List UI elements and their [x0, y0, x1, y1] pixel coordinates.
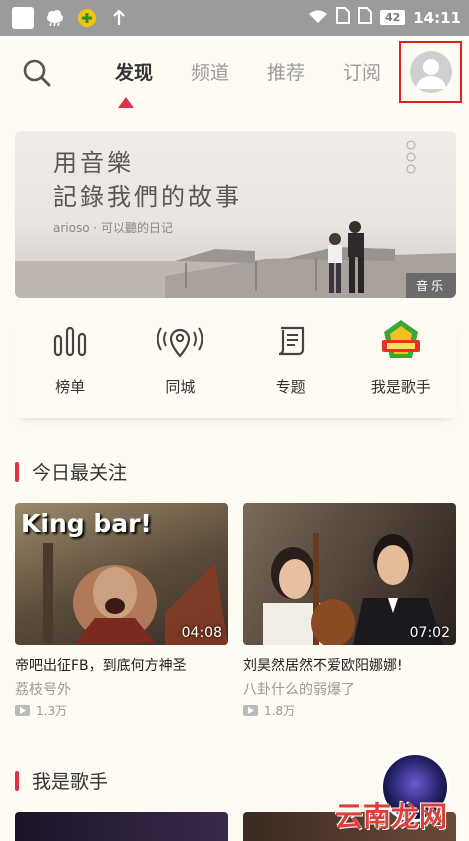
entry-charts-label: 榜单: [55, 378, 86, 396]
tab-bar: 发现 频道 推荐 订阅: [96, 60, 400, 86]
section-today-label: 今日最关注: [32, 462, 128, 484]
notification-app-icon: [12, 7, 34, 29]
app-notification-icon: [76, 7, 98, 29]
quick-entries: 榜单 同城 专题 我是歌手: [15, 318, 456, 418]
top-nav: 发现 频道 推荐 订阅: [0, 36, 469, 116]
profile-button[interactable]: [399, 41, 462, 103]
video-title: 帝吧出征FB，到底何方神圣: [15, 658, 187, 674]
video-title: 刘昊然居然不爱欧阳娜娜!: [243, 658, 403, 674]
upload-arrow-icon: [108, 7, 130, 29]
entry-local-label: 同城: [165, 378, 196, 396]
entry-topics[interactable]: 专题: [236, 318, 346, 418]
video-author: 八卦什么的弱爆了: [243, 682, 355, 698]
singer-show-logo-icon: [378, 318, 424, 364]
entry-topics-label: 专题: [275, 378, 306, 396]
play-count-icon: [243, 705, 258, 716]
section-singer-title: 我是歌手: [15, 767, 108, 794]
thumbnail-caption: King bar!: [21, 509, 152, 538]
view-count: 1.3万: [36, 704, 68, 718]
video-views: 1.8万: [243, 702, 456, 719]
section-singer-label: 我是歌手: [32, 771, 109, 793]
active-tab-indicator: [118, 97, 134, 108]
banner-category-tag: 音乐: [405, 273, 456, 298]
video-duration: 07:02: [409, 625, 450, 641]
view-count: 1.8万: [264, 704, 296, 718]
play-count-icon: [15, 705, 30, 716]
banner-subtitle: arioso · 可以聽的日记: [53, 221, 174, 235]
wifi-icon: [308, 8, 328, 28]
tab-channels[interactable]: 频道: [172, 60, 248, 86]
status-bar: 42 14:11: [0, 0, 469, 36]
tab-recommend[interactable]: 推荐: [248, 60, 324, 86]
clock: 14:11: [413, 8, 461, 27]
promo-banner[interactable]: 用音樂 記錄我們的故事 arioso · 可以聽的日记 音乐: [15, 131, 456, 298]
battery-level: 42: [379, 10, 406, 25]
section-accent-bar: [15, 770, 19, 791]
entry-singer-label: 我是歌手: [370, 378, 431, 396]
search-icon[interactable]: [22, 58, 52, 88]
section-today-title: 今日最关注: [15, 458, 127, 485]
weather-cloud-icon: [44, 7, 66, 29]
video-author: 荔枝号外: [15, 682, 71, 698]
banner-headline-2: 記錄我們的故事: [53, 183, 242, 211]
video-duration: 04:08: [181, 625, 222, 641]
tab-subscriptions[interactable]: 订阅: [324, 60, 400, 86]
entry-singer[interactable]: 我是歌手: [346, 318, 456, 418]
tab-discover[interactable]: 发现: [96, 60, 172, 86]
video-thumbnail: King bar! 04:08: [15, 503, 228, 645]
chart-bars-icon: [47, 318, 93, 364]
video-card[interactable]: 07:02 刘昊然居然不爱欧阳娜娜! 八卦什么的弱爆了 1.8万: [243, 503, 456, 719]
banner-headline-1: 用音樂: [53, 149, 134, 177]
video-card[interactable]: King bar! 04:08 帝吧出征FB，到底何方神圣 荔枝号外 1.3万: [15, 503, 228, 719]
scroll-icon: [268, 318, 314, 364]
entry-local[interactable]: 同城: [125, 318, 235, 418]
avatar-user-icon: [409, 51, 452, 93]
entry-charts[interactable]: 榜单: [15, 318, 125, 418]
video-thumbnail[interactable]: [15, 812, 228, 841]
section-accent-bar: [15, 461, 19, 482]
video-thumbnail: 07:02: [243, 503, 456, 645]
sim1-icon: [335, 7, 350, 28]
watermark: 云南龙网: [335, 800, 448, 833]
sim2-icon: [357, 7, 372, 28]
location-pin-icon: [157, 318, 204, 364]
video-views: 1.3万: [15, 702, 228, 719]
